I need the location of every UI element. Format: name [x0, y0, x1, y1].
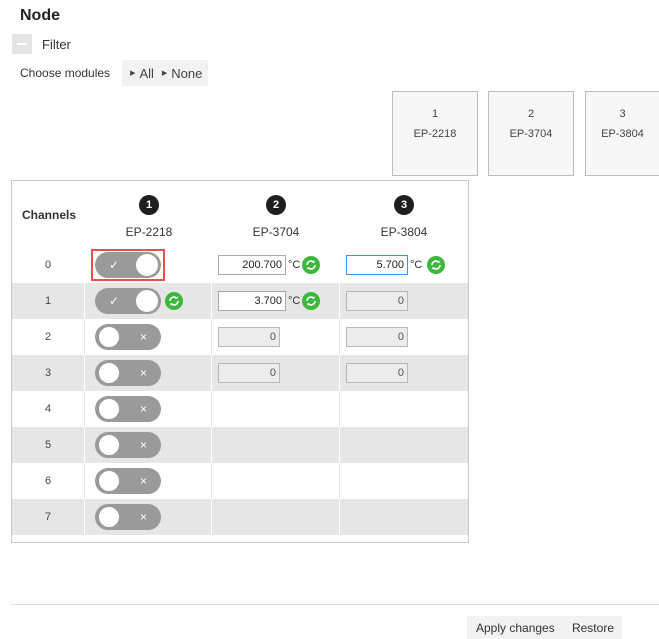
- module-card-3[interactable]: 3 EP-3804: [585, 91, 659, 176]
- close-icon: ×: [139, 402, 147, 416]
- refresh-icon[interactable]: [302, 256, 320, 274]
- caret-right-icon: ▶: [161, 70, 168, 77]
- footer-divider: [11, 604, 659, 605]
- choose-modules-row: Choose modules ▶ All ▶ None: [20, 60, 209, 86]
- ep3804-value-input: [346, 291, 408, 311]
- restore-button[interactable]: Restore: [572, 621, 614, 635]
- table-row: 0 ✓ °C °C: [12, 247, 468, 283]
- channel-number: 4: [44, 403, 52, 415]
- module-name: EP-3804: [601, 128, 644, 140]
- module-name: EP-3704: [509, 128, 553, 140]
- module-badge-1: 1: [139, 195, 159, 215]
- ep3804-value-input: [346, 327, 408, 347]
- close-icon: ×: [139, 366, 147, 380]
- refresh-icon[interactable]: [427, 256, 445, 274]
- table-row: 2 ×: [12, 319, 468, 355]
- select-all-button[interactable]: ▶ All: [130, 66, 154, 81]
- channel-number: 7: [44, 511, 52, 523]
- channel-toggle[interactable]: ×: [95, 324, 161, 350]
- page-title: Node: [20, 7, 60, 24]
- select-none-button[interactable]: ▶ None: [162, 66, 202, 81]
- column-name-ep3704: EP-3704: [252, 225, 300, 239]
- table-row: 4 ×: [12, 391, 468, 427]
- channel-number: 1: [44, 295, 52, 307]
- table-row: 3 ×: [12, 355, 468, 391]
- channel-toggle[interactable]: ×: [95, 360, 161, 386]
- channel-number: 6: [44, 475, 52, 487]
- unit-label: °C: [288, 295, 301, 307]
- channel-toggle[interactable]: ×: [95, 468, 161, 494]
- channel-number: 3: [44, 367, 52, 379]
- close-icon: ×: [139, 438, 147, 452]
- channel-toggle[interactable]: ×: [95, 504, 161, 530]
- module-number: 1: [431, 108, 439, 120]
- check-icon: ✓: [109, 258, 120, 272]
- unit-label: °C: [410, 259, 423, 271]
- ep3704-value-input[interactable]: [218, 291, 286, 311]
- filter-label: Filter: [42, 36, 71, 52]
- column-name-ep3804: EP-3804: [380, 225, 428, 239]
- ep3704-value-input[interactable]: [218, 255, 286, 275]
- table-row: 7 ×: [12, 499, 468, 535]
- channel-number: 2: [44, 331, 52, 343]
- channel-toggle[interactable]: ✓: [95, 252, 161, 278]
- channel-grid: Channels 1 EP-2218 2 EP-3704 3 EP-3804 0…: [11, 180, 469, 543]
- module-number: 3: [619, 108, 626, 120]
- module-badge-3: 3: [394, 195, 414, 215]
- refresh-icon[interactable]: [165, 292, 183, 310]
- choose-modules-buttons: ▶ All ▶ None: [122, 60, 209, 86]
- close-icon: ×: [139, 474, 147, 488]
- module-card-1[interactable]: 1 EP-2218: [392, 91, 478, 176]
- table-row: 1 ✓ °C: [12, 283, 468, 319]
- caret-right-icon: ▶: [130, 70, 136, 77]
- ep3804-value-input[interactable]: [346, 255, 408, 275]
- apply-changes-button[interactable]: Apply changes: [476, 621, 555, 635]
- channel-toggle[interactable]: ×: [95, 396, 161, 422]
- close-icon: ×: [139, 330, 147, 344]
- unit-label: °C: [288, 259, 301, 271]
- collapse-icon[interactable]: [12, 34, 32, 54]
- module-badge-2: 2: [266, 195, 286, 215]
- ep3704-value-input: [218, 327, 280, 347]
- check-icon: ✓: [109, 294, 120, 308]
- ep3704-value-input: [218, 363, 280, 383]
- channel-toggle[interactable]: ✓: [95, 288, 161, 314]
- footer-actions: Apply changes Restore: [467, 616, 622, 639]
- channel-number: 5: [44, 439, 52, 451]
- channel-number: 0: [44, 259, 52, 271]
- ep3804-value-input: [346, 363, 408, 383]
- module-name: EP-2218: [413, 128, 457, 140]
- choose-modules-label: Choose modules: [20, 66, 111, 80]
- close-icon: ×: [139, 510, 147, 524]
- module-number: 2: [527, 108, 535, 120]
- table-row: 6 ×: [12, 463, 468, 499]
- column-name-ep2218: EP-2218: [125, 225, 173, 239]
- module-card-2[interactable]: 2 EP-3704: [488, 91, 574, 176]
- table-row: 5 ×: [12, 427, 468, 463]
- channel-toggle[interactable]: ×: [95, 432, 161, 458]
- channels-header: Channels: [22, 208, 77, 222]
- filter-row[interactable]: Filter: [12, 34, 71, 54]
- refresh-icon[interactable]: [302, 292, 320, 310]
